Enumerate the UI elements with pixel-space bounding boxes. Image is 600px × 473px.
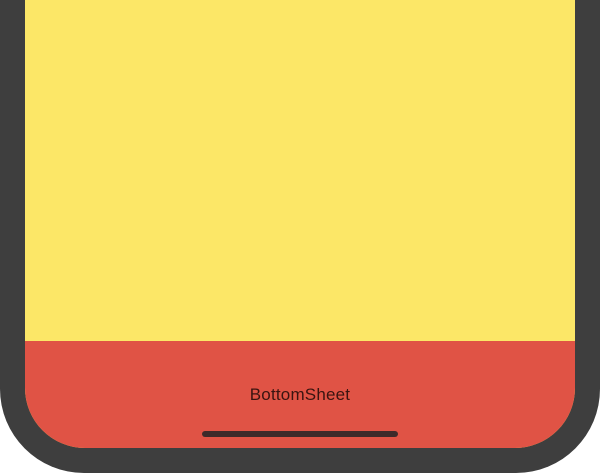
bottom-sheet[interactable]: BottomSheet [25, 341, 575, 448]
phone-frame: BottomSheet [0, 0, 600, 473]
phone-screen: BottomSheet [25, 0, 575, 448]
bottom-sheet-label: BottomSheet [249, 385, 351, 404]
home-indicator-bar[interactable] [202, 431, 398, 437]
main-content-area[interactable] [25, 0, 575, 341]
